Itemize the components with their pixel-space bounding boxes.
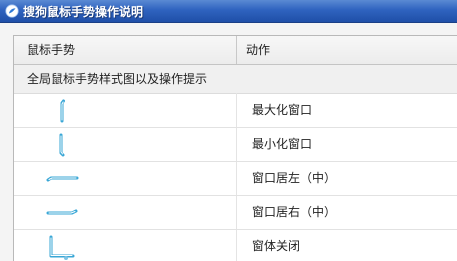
stroke-down-right-icon xyxy=(49,235,75,258)
stroke-up-icon xyxy=(60,99,65,123)
column-header-gesture[interactable]: 鼠标手势 xyxy=(27,36,75,64)
app-logo-icon xyxy=(5,4,19,18)
gesture-cell xyxy=(14,196,236,229)
column-divider[interactable] xyxy=(236,36,237,64)
gesture-table: 鼠标手势 动作 全局鼠标手势样式图以及操作提示 最大化窗口 最小化窗口 窗口居左… xyxy=(13,35,457,261)
title-bar[interactable]: 搜狗鼠标手势操作说明 xyxy=(0,0,457,23)
gesture-cell xyxy=(14,128,236,161)
action-label: 窗体关闭 xyxy=(252,239,301,253)
gesture-cell xyxy=(14,94,236,127)
table-row[interactable]: 最大化窗口 xyxy=(14,94,457,128)
stroke-right-icon xyxy=(46,209,78,215)
partial-gesture-icon xyxy=(64,256,68,260)
table-row[interactable]: 窗口居右（中） xyxy=(14,196,457,230)
gesture-cell xyxy=(14,230,236,261)
table-row[interactable]: 最小化窗口 xyxy=(14,128,457,162)
table-row[interactable]: 窗体关闭 xyxy=(14,230,457,261)
stroke-left-icon xyxy=(46,176,79,182)
column-header-action[interactable]: 动作 xyxy=(246,36,270,64)
section-title: 全局鼠标手势样式图以及操作提示 xyxy=(27,72,208,86)
section-row: 全局鼠标手势样式图以及操作提示 xyxy=(14,65,457,94)
gesture-cell xyxy=(14,162,236,195)
gesture-help-window: 搜狗鼠标手势操作说明 鼠标手势 动作 全局鼠标手势样式图以及操作提示 最大化窗口… xyxy=(0,0,457,261)
action-label: 最小化窗口 xyxy=(252,137,313,151)
window-title: 搜狗鼠标手势操作说明 xyxy=(23,5,144,19)
action-label: 窗口居左（中） xyxy=(252,171,337,185)
table-row[interactable]: 窗口居左（中） xyxy=(14,162,457,196)
action-label: 窗口居右（中） xyxy=(252,205,337,219)
action-label: 最大化窗口 xyxy=(252,103,313,117)
stroke-down-icon xyxy=(59,133,65,157)
table-header: 鼠标手势 动作 xyxy=(14,36,457,65)
content-area: 鼠标手势 动作 全局鼠标手势样式图以及操作提示 最大化窗口 最小化窗口 窗口居左… xyxy=(0,23,457,261)
